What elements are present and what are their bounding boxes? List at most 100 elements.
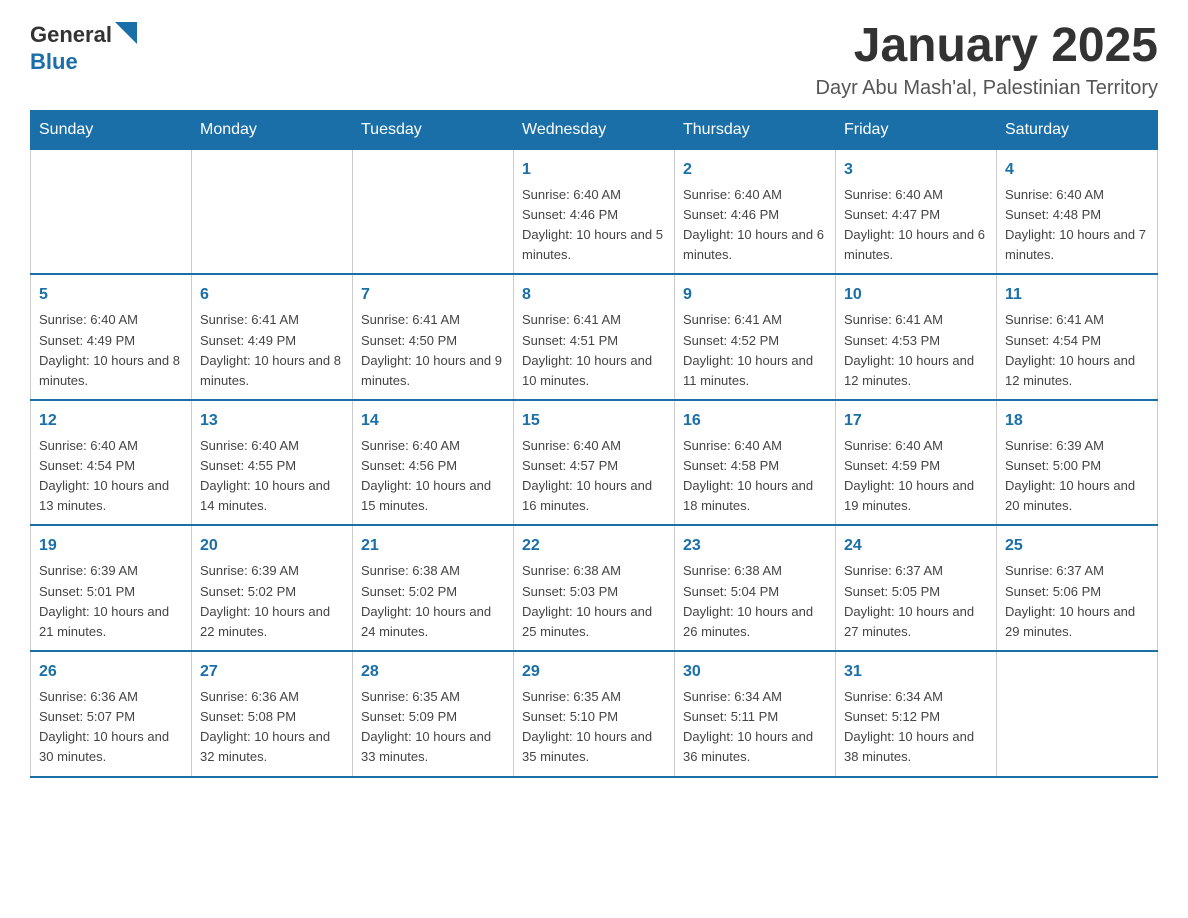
day-number: 26: [39, 660, 183, 684]
header-cell-tuesday: Tuesday: [353, 110, 514, 149]
day-number: 15: [522, 409, 666, 433]
calendar-table: SundayMondayTuesdayWednesdayThursdayFrid…: [30, 110, 1158, 778]
calendar-cell: 27 Sunrise: 6:36 AMSunset: 5:08 PMDayligh…: [192, 651, 353, 777]
logo-triangle-icon: [115, 22, 137, 44]
day-info: Sunrise: 6:40 AMSunset: 4:54 PMDaylight:…: [39, 436, 183, 517]
calendar-cell: 9 Sunrise: 6:41 AMSunset: 4:52 PMDaylight…: [675, 274, 836, 400]
day-number: 27: [200, 660, 344, 684]
calendar-week-4: 19 Sunrise: 6:39 AMSunset: 5:01 PMDayligh…: [31, 525, 1158, 651]
header-cell-friday: Friday: [836, 110, 997, 149]
calendar-cell: [192, 149, 353, 274]
day-number: 28: [361, 660, 505, 684]
calendar-week-1: 1 Sunrise: 6:40 AMSunset: 4:46 PMDaylight…: [31, 149, 1158, 274]
day-info: Sunrise: 6:39 AMSunset: 5:00 PMDaylight:…: [1005, 436, 1149, 517]
day-number: 11: [1005, 283, 1149, 307]
day-info: Sunrise: 6:35 AMSunset: 5:10 PMDaylight:…: [522, 687, 666, 768]
logo: General Blue: [30, 20, 137, 75]
title-section: January 2025 Dayr Abu Mash'al, Palestini…: [816, 20, 1159, 100]
calendar-cell: 6 Sunrise: 6:41 AMSunset: 4:49 PMDaylight…: [192, 274, 353, 400]
day-info: Sunrise: 6:34 AMSunset: 5:12 PMDaylight:…: [844, 687, 988, 768]
calendar-cell: 22 Sunrise: 6:38 AMSunset: 5:03 PMDayligh…: [514, 525, 675, 651]
day-info: Sunrise: 6:41 AMSunset: 4:52 PMDaylight:…: [683, 310, 827, 391]
day-info: Sunrise: 6:36 AMSunset: 5:07 PMDaylight:…: [39, 687, 183, 768]
day-number: 29: [522, 660, 666, 684]
day-info: Sunrise: 6:38 AMSunset: 5:02 PMDaylight:…: [361, 561, 505, 642]
calendar-cell: 31 Sunrise: 6:34 AMSunset: 5:12 PMDayligh…: [836, 651, 997, 777]
header-cell-wednesday: Wednesday: [514, 110, 675, 149]
day-number: 1: [522, 158, 666, 182]
header-cell-saturday: Saturday: [997, 110, 1158, 149]
header-row: SundayMondayTuesdayWednesdayThursdayFrid…: [31, 110, 1158, 149]
calendar-body: 1 Sunrise: 6:40 AMSunset: 4:46 PMDaylight…: [31, 149, 1158, 776]
calendar-cell: [353, 149, 514, 274]
day-number: 23: [683, 534, 827, 558]
day-number: 17: [844, 409, 988, 433]
day-number: 20: [200, 534, 344, 558]
day-info: Sunrise: 6:41 AMSunset: 4:49 PMDaylight:…: [200, 310, 344, 391]
day-number: 6: [200, 283, 344, 307]
calendar-cell: 12 Sunrise: 6:40 AMSunset: 4:54 PMDayligh…: [31, 400, 192, 526]
day-number: 5: [39, 283, 183, 307]
day-number: 19: [39, 534, 183, 558]
calendar-cell: 30Sunrise: 6:34 AMSunset: 5:11 PMDayligh…: [675, 651, 836, 777]
calendar-cell: 17Sunrise: 6:40 AMSunset: 4:59 PMDayligh…: [836, 400, 997, 526]
calendar-cell: 5 Sunrise: 6:40 AMSunset: 4:49 PMDaylight…: [31, 274, 192, 400]
day-number: 13: [200, 409, 344, 433]
day-number: 24: [844, 534, 988, 558]
day-number: 31: [844, 660, 988, 684]
day-info: Sunrise: 6:35 AMSunset: 5:09 PMDaylight:…: [361, 687, 505, 768]
day-number: 12: [39, 409, 183, 433]
calendar-cell: 11 Sunrise: 6:41 AMSunset: 4:54 PMDayligh…: [997, 274, 1158, 400]
day-number: 21: [361, 534, 505, 558]
day-info: Sunrise: 6:40 AMSunset: 4:58 PMDaylight:…: [683, 436, 827, 517]
calendar-cell: 2 Sunrise: 6:40 AMSunset: 4:46 PMDaylight…: [675, 149, 836, 274]
day-info: Sunrise: 6:40 AMSunset: 4:46 PMDaylight:…: [683, 185, 827, 266]
day-number: 25: [1005, 534, 1149, 558]
day-number: 18: [1005, 409, 1149, 433]
day-info: Sunrise: 6:36 AMSunset: 5:08 PMDaylight:…: [200, 687, 344, 768]
day-info: Sunrise: 6:38 AMSunset: 5:03 PMDaylight:…: [522, 561, 666, 642]
day-info: Sunrise: 6:39 AMSunset: 5:02 PMDaylight:…: [200, 561, 344, 642]
calendar-cell: 4 Sunrise: 6:40 AMSunset: 4:48 PMDaylight…: [997, 149, 1158, 274]
day-info: Sunrise: 6:40 AMSunset: 4:57 PMDaylight:…: [522, 436, 666, 517]
header-cell-thursday: Thursday: [675, 110, 836, 149]
day-number: 2: [683, 158, 827, 182]
calendar-week-3: 12 Sunrise: 6:40 AMSunset: 4:54 PMDayligh…: [31, 400, 1158, 526]
day-info: Sunrise: 6:34 AMSunset: 5:11 PMDaylight:…: [683, 687, 827, 768]
day-info: Sunrise: 6:40 AMSunset: 4:48 PMDaylight:…: [1005, 185, 1149, 266]
calendar-header: SundayMondayTuesdayWednesdayThursdayFrid…: [31, 110, 1158, 149]
day-info: Sunrise: 6:40 AMSunset: 4:49 PMDaylight:…: [39, 310, 183, 391]
day-info: Sunrise: 6:40 AMSunset: 4:55 PMDaylight:…: [200, 436, 344, 517]
day-number: 22: [522, 534, 666, 558]
calendar-cell: 7Sunrise: 6:41 AMSunset: 4:50 PMDaylight…: [353, 274, 514, 400]
day-info: Sunrise: 6:40 AMSunset: 4:46 PMDaylight:…: [522, 185, 666, 266]
logo-text-general: General: [30, 22, 112, 48]
calendar-cell: 26 Sunrise: 6:36 AMSunset: 5:07 PMDayligh…: [31, 651, 192, 777]
calendar-cell: 1 Sunrise: 6:40 AMSunset: 4:46 PMDaylight…: [514, 149, 675, 274]
calendar-cell: 29 Sunrise: 6:35 AMSunset: 5:10 PMDayligh…: [514, 651, 675, 777]
calendar-week-2: 5 Sunrise: 6:40 AMSunset: 4:49 PMDaylight…: [31, 274, 1158, 400]
day-number: 9: [683, 283, 827, 307]
day-info: Sunrise: 6:39 AMSunset: 5:01 PMDaylight:…: [39, 561, 183, 642]
day-number: 4: [1005, 158, 1149, 182]
calendar-cell: 18 Sunrise: 6:39 AMSunset: 5:00 PMDayligh…: [997, 400, 1158, 526]
day-number: 10: [844, 283, 988, 307]
day-number: 8: [522, 283, 666, 307]
calendar-cell: 28 Sunrise: 6:35 AMSunset: 5:09 PMDayligh…: [353, 651, 514, 777]
day-info: Sunrise: 6:41 AMSunset: 4:51 PMDaylight:…: [522, 310, 666, 391]
logo-text-blue: Blue: [30, 49, 78, 75]
day-info: Sunrise: 6:40 AMSunset: 4:56 PMDaylight:…: [361, 436, 505, 517]
day-number: 3: [844, 158, 988, 182]
day-info: Sunrise: 6:41 AMSunset: 4:53 PMDaylight:…: [844, 310, 988, 391]
calendar-cell: 24Sunrise: 6:37 AMSunset: 5:05 PMDayligh…: [836, 525, 997, 651]
calendar-cell: 15 Sunrise: 6:40 AMSunset: 4:57 PMDayligh…: [514, 400, 675, 526]
day-info: Sunrise: 6:38 AMSunset: 5:04 PMDaylight:…: [683, 561, 827, 642]
subtitle: Dayr Abu Mash'al, Palestinian Territory: [816, 77, 1159, 100]
day-info: Sunrise: 6:41 AMSunset: 4:50 PMDaylight:…: [361, 310, 505, 391]
day-info: Sunrise: 6:40 AMSunset: 4:47 PMDaylight:…: [844, 185, 988, 266]
calendar-cell: 13 Sunrise: 6:40 AMSunset: 4:55 PMDayligh…: [192, 400, 353, 526]
calendar-week-5: 26 Sunrise: 6:36 AMSunset: 5:07 PMDayligh…: [31, 651, 1158, 777]
day-number: 14: [361, 409, 505, 433]
calendar-cell: [31, 149, 192, 274]
day-info: Sunrise: 6:41 AMSunset: 4:54 PMDaylight:…: [1005, 310, 1149, 391]
